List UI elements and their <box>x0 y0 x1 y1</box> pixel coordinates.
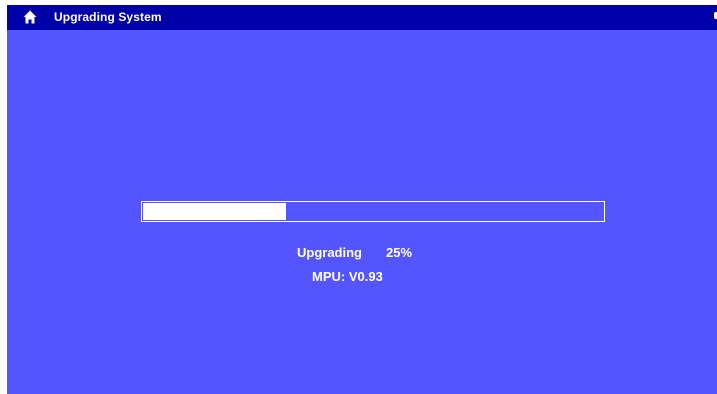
title-bar: Upgrading System <box>7 5 717 30</box>
home-icon[interactable] <box>23 10 37 24</box>
firmware-version: MPU: V0.93 <box>312 269 383 284</box>
upgrade-status-label: Upgrading <box>297 245 362 260</box>
upgrade-status: Upgrading 25% <box>297 245 412 260</box>
upgrade-percent: 25% <box>386 245 413 260</box>
upgrade-progress-fill <box>143 203 286 220</box>
page-title: Upgrading System <box>54 10 162 24</box>
upgrade-screen: Upgrading System Upgrading 25% MPU: V0.93 <box>7 5 717 394</box>
upgrade-progress-bar <box>141 201 605 222</box>
